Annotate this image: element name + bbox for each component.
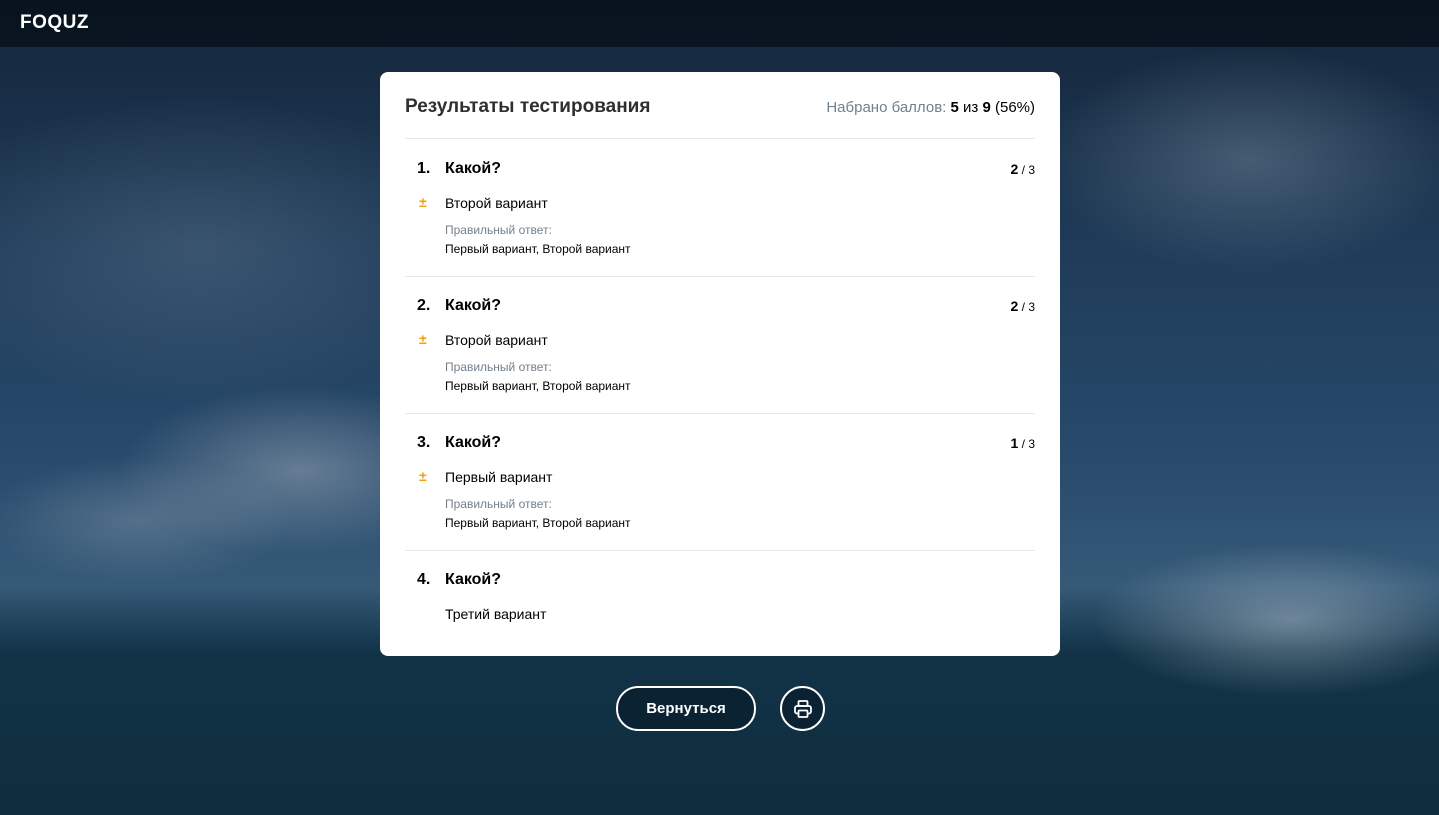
correct-answer-label: Правильный ответ: [445, 360, 552, 374]
question-number: 1. [417, 160, 431, 177]
partial-correct-icon: ± [419, 331, 427, 347]
question-score: 2 / 3 [1011, 161, 1035, 177]
user-answer: Второй вариант [445, 332, 548, 348]
score-of: из [963, 99, 979, 116]
top-bar: FOQUZ [0, 0, 1439, 47]
question-score: 1 / 3 [1011, 435, 1035, 451]
partial-correct-icon: ± [419, 468, 427, 484]
correct-answer-value: Первый вариант, Второй вариант [445, 242, 631, 256]
results-header: Результаты тестирования Набрано баллов: … [405, 72, 1035, 139]
question-points: 2 [1010, 298, 1019, 314]
question-points-max: / 3 [1021, 163, 1035, 177]
question-score: 2 / 3 [1011, 298, 1035, 314]
question-item: 3. Какой? 1 / 3 ± Первый вариант Правиль… [405, 413, 1035, 551]
question-text: Какой? [445, 434, 502, 451]
logo[interactable]: FOQUZ [20, 12, 89, 34]
printer-icon [793, 699, 812, 718]
question-number: 2. [417, 297, 431, 314]
question-text: Какой? [445, 571, 502, 588]
question-text: Какой? [445, 160, 502, 177]
question-points: 1 [1010, 435, 1019, 451]
question-item: 4. Какой? Третий вариант [405, 550, 1035, 650]
score-percent: (56%) [994, 99, 1035, 116]
question-item: 2. Какой? 2 / 3 ± Второй вариант Правиль… [405, 276, 1035, 414]
score-summary: Набрано баллов: 5 из 9 (56%) [826, 99, 1035, 116]
score-max: 9 [982, 99, 991, 116]
question-item: 1. Какой? 2 / 3 ± Второй вариант Правиль… [405, 139, 1035, 277]
back-button[interactable]: Вернуться [616, 686, 756, 731]
correct-answer-value: Первый вариант, Второй вариант [445, 516, 631, 530]
question-number: 3. [417, 434, 431, 451]
user-answer: Второй вариант [445, 195, 548, 211]
page-title: Результаты тестирования [405, 96, 651, 117]
partial-correct-icon: ± [419, 194, 427, 210]
correct-answer-label: Правильный ответ: [445, 497, 552, 511]
question-number: 4. [417, 571, 431, 588]
score-label: Набрано баллов: [826, 99, 947, 116]
correct-answer-value: Первый вариант, Второй вариант [445, 379, 631, 393]
print-button[interactable] [780, 686, 825, 731]
question-text: Какой? [445, 297, 502, 314]
question-points-max: / 3 [1021, 437, 1035, 451]
results-card: Результаты тестирования Набрано баллов: … [380, 72, 1060, 656]
question-points-max: / 3 [1021, 300, 1035, 314]
question-points: 2 [1010, 161, 1019, 177]
user-answer: Третий вариант [445, 606, 547, 622]
score-value: 5 [950, 99, 959, 116]
user-answer: Первый вариант [445, 469, 553, 485]
correct-answer-label: Правильный ответ: [445, 223, 552, 237]
